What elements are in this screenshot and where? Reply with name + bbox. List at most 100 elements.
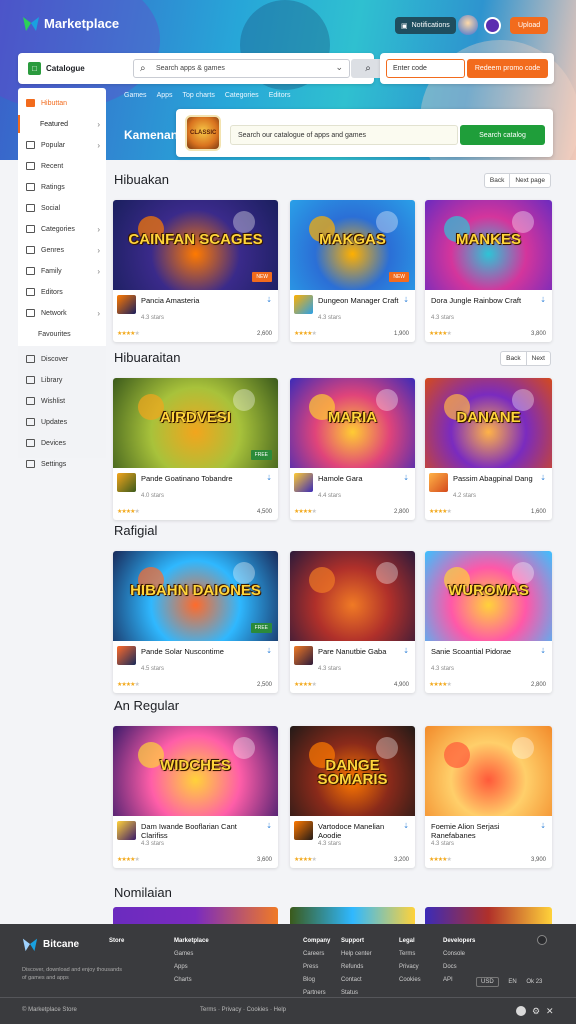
game-artwork[interactable] bbox=[290, 551, 415, 641]
footer-link[interactable]: Cookies bbox=[399, 977, 421, 983]
game-card[interactable]: DANANE Passim Abagpinal Dang 4.2 stars ⇣ ★★★… bbox=[425, 378, 552, 520]
subnav-item[interactable]: Games bbox=[124, 92, 147, 99]
game-title[interactable]: Foemie Alion Serjasi Ranefabanes bbox=[431, 822, 538, 840]
game-artwork[interactable] bbox=[425, 907, 552, 924]
game-title[interactable]: Vartodoce Manelian Aoodie bbox=[318, 822, 401, 840]
footer-link[interactable]: Docs bbox=[443, 964, 457, 970]
game-title[interactable]: Pare Nanutbie Gaba bbox=[318, 647, 401, 656]
game-artwork[interactable]: DANANE bbox=[425, 378, 552, 468]
next-button[interactable]: Next bbox=[525, 352, 550, 365]
game-artwork[interactable]: MAKGAS NEW bbox=[290, 200, 415, 290]
footer-link[interactable]: Blog bbox=[303, 977, 315, 983]
sidebar-item[interactable]: Discover bbox=[18, 350, 106, 368]
game-title[interactable]: Dam Iwande Booflarian Cant Clarifiss bbox=[141, 822, 264, 840]
sidebar-item[interactable]: Devices bbox=[18, 434, 106, 452]
banner-game-icon[interactable]: CLASSIC bbox=[185, 115, 221, 151]
footer-link[interactable]: Partners bbox=[303, 990, 326, 996]
next-button[interactable]: Next page bbox=[509, 174, 550, 187]
banner-search-input[interactable]: Search our catalogue of apps and games bbox=[230, 125, 458, 145]
download-icon[interactable]: ⇣ bbox=[266, 647, 272, 655]
footer-link[interactable]: Status bbox=[341, 990, 358, 996]
download-icon[interactable]: ⇣ bbox=[266, 822, 272, 830]
game-title[interactable]: Pande Goatinano Tobandre bbox=[141, 474, 264, 483]
chevron-down-icon[interactable]: ⌄ bbox=[335, 62, 343, 73]
game-title[interactable]: Pande Solar Nuscontime bbox=[141, 647, 264, 656]
subnav-item[interactable]: Categories bbox=[225, 92, 259, 99]
game-title[interactable]: Sanie Scoantial Pidorae bbox=[431, 647, 538, 656]
footer-link[interactable]: Terms bbox=[399, 951, 415, 957]
game-card[interactable]: DANGE SOMARIS Vartodoce Manelian Aoodie 4.… bbox=[290, 726, 415, 868]
sidebar-item[interactable]: Ratings bbox=[18, 178, 106, 196]
game-card[interactable]: WUROMAS Sanie Scoantial Pidorae 4.3 stars ⇣… bbox=[425, 551, 552, 693]
sidebar-item[interactable]: Recent bbox=[18, 157, 106, 175]
catalogue-brand[interactable]: □ Catalogue bbox=[28, 62, 85, 75]
download-icon[interactable]: ⇣ bbox=[403, 647, 409, 655]
footer-link[interactable]: Games bbox=[174, 951, 193, 957]
footer-link[interactable]: Press bbox=[303, 964, 318, 970]
gear-icon[interactable]: ⚙ bbox=[532, 1006, 542, 1016]
sidebar-item[interactable]: Social bbox=[18, 199, 106, 217]
game-card[interactable]: Pare Nanutbie Gaba 4.3 stars ⇣ ★★★★★ 4,900 bbox=[290, 551, 415, 693]
footer-logo[interactable]: Bitcane bbox=[22, 936, 79, 952]
social-icon[interactable] bbox=[516, 1006, 526, 1016]
upload-button[interactable]: Upload bbox=[510, 17, 549, 34]
download-icon[interactable]: ⇣ bbox=[403, 296, 409, 304]
sidebar-item[interactable]: Settings bbox=[18, 455, 106, 473]
footer-link[interactable]: Help center bbox=[341, 951, 372, 957]
game-title[interactable]: Dora Jungle Rainbow Craft bbox=[431, 296, 538, 305]
game-artwork[interactable]: AIRDVESI FREE bbox=[113, 378, 278, 468]
game-card[interactable]: MANKES Dora Jungle Rainbow Craft 4.3 stars… bbox=[425, 200, 552, 342]
footer-link[interactable]: Privacy bbox=[399, 964, 419, 970]
footer-link[interactable]: Refunds bbox=[341, 964, 363, 970]
game-artwork[interactable]: DANGE SOMARIS bbox=[290, 726, 415, 816]
game-artwork[interactable] bbox=[113, 907, 278, 924]
sidebar-item[interactable]: Updates bbox=[18, 413, 106, 431]
game-artwork[interactable] bbox=[425, 726, 552, 816]
sidebar-item[interactable]: Network › bbox=[18, 304, 106, 322]
game-card[interactable]: MAKGAS NEW Dungeon Manager Craft 4.3 stars ⇣… bbox=[290, 200, 415, 342]
sidebar-item[interactable]: Categories › bbox=[18, 220, 106, 238]
app-logo[interactable]: Marketplace bbox=[22, 14, 119, 32]
prev-button[interactable]: Back bbox=[501, 352, 525, 365]
game-title[interactable]: Passim Abagpinal Dang bbox=[453, 474, 538, 483]
footer-link[interactable]: Careers bbox=[303, 951, 324, 957]
subnav-item[interactable]: Apps bbox=[157, 92, 173, 99]
language-badge[interactable]: EN bbox=[508, 979, 516, 985]
game-artwork[interactable]: WIDCHES bbox=[113, 726, 278, 816]
footer-link[interactable]: Apps bbox=[174, 964, 188, 970]
download-icon[interactable]: ⇣ bbox=[266, 474, 272, 482]
prev-button[interactable]: Back bbox=[485, 174, 509, 187]
sidebar-item[interactable]: Library bbox=[18, 371, 106, 389]
game-title[interactable]: Pancia Amasteria bbox=[141, 296, 264, 305]
game-artwork[interactable]: WUROMAS bbox=[425, 551, 552, 641]
game-card[interactable]: AIRDVESI FREE Pande Goatinano Tobandre 4.0 … bbox=[113, 378, 278, 520]
promo-code-input[interactable]: Enter code bbox=[386, 59, 465, 78]
game-artwork[interactable] bbox=[290, 907, 415, 924]
download-icon[interactable]: ⇣ bbox=[266, 296, 272, 304]
game-artwork[interactable]: MARIA bbox=[290, 378, 415, 468]
footer-link[interactable]: Console bbox=[443, 951, 465, 957]
close-icon[interactable]: ✕ bbox=[546, 1006, 556, 1016]
subnav-item[interactable]: Editors bbox=[269, 92, 291, 99]
sidebar-item[interactable]: Genres › bbox=[18, 241, 106, 259]
game-artwork[interactable]: HIBAHN DAIONES FREE bbox=[113, 551, 278, 641]
sidebar-item[interactable]: Hibuttan bbox=[18, 94, 106, 112]
avatar[interactable] bbox=[458, 15, 478, 35]
download-icon[interactable]: ⇣ bbox=[540, 647, 546, 655]
game-artwork[interactable]: CAINFAN SCAGES NEW bbox=[113, 200, 278, 290]
footer-legal-links[interactable]: Terms · Privacy · Cookies · Help bbox=[200, 1007, 286, 1013]
redeem-button[interactable]: Redeem promo code bbox=[467, 59, 548, 78]
game-card[interactable]: MARIA Hamole Gara 4.4 stars ⇣ ★★★★★ 2,800 bbox=[290, 378, 415, 520]
footer-link[interactable]: Charts bbox=[174, 977, 192, 983]
footer-link[interactable]: API bbox=[443, 977, 453, 983]
sidebar-item[interactable]: Featured › bbox=[18, 115, 106, 133]
game-artwork[interactable]: MANKES bbox=[425, 200, 552, 290]
download-icon[interactable]: ⇣ bbox=[540, 822, 546, 830]
game-card[interactable]: HIBAHN DAIONES FREE Pande Solar Nuscontime… bbox=[113, 551, 278, 693]
game-card[interactable]: Foemie Alion Serjasi Ranefabanes 4.3 star… bbox=[425, 726, 552, 868]
download-icon[interactable]: ⇣ bbox=[403, 474, 409, 482]
search-input[interactable]: ⌕ Search apps & games ⌄ bbox=[133, 59, 350, 78]
sidebar-item[interactable]: Wishlist bbox=[18, 392, 106, 410]
footer-link[interactable]: Contact bbox=[341, 977, 362, 983]
shield-icon[interactable] bbox=[537, 935, 547, 945]
